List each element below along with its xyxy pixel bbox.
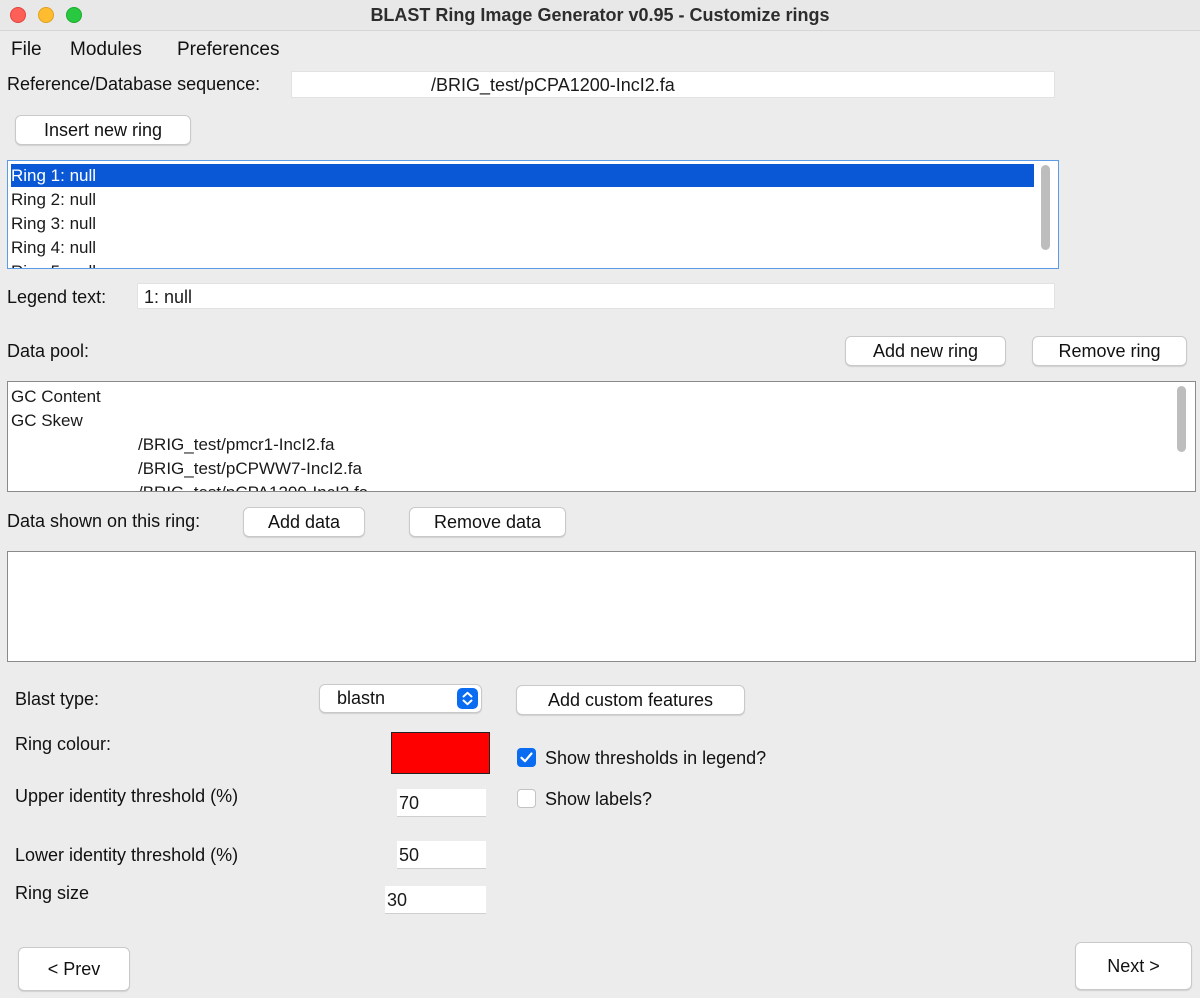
show-labels-checkbox[interactable] <box>517 789 536 808</box>
legend-value: 1: null <box>144 287 193 307</box>
data-pool-label: Data pool: <box>7 341 90 361</box>
ring-list-scrollbar[interactable] <box>1041 165 1050 250</box>
next-button[interactable]: Next > <box>1075 942 1192 990</box>
ring-list-item[interactable]: Ring 1: null <box>11 164 1034 187</box>
lower-threshold-label: Lower identity threshold (%) <box>15 845 239 865</box>
ring-size-label: Ring size <box>15 883 90 903</box>
ring-data-list[interactable] <box>7 551 1196 662</box>
legend-label: Legend text: <box>7 287 107 307</box>
title-bar: BLAST Ring Image Generator v0.95 - Custo… <box>0 0 1200 31</box>
menu-modules[interactable]: Modules <box>70 39 142 61</box>
reference-label: Reference/Database sequence: <box>7 74 261 94</box>
menu-file[interactable]: File <box>11 39 42 61</box>
window-title: BLAST Ring Image Generator v0.95 - Custo… <box>370 5 830 25</box>
ring-list-item[interactable]: Ring 2: null <box>11 188 96 211</box>
ring-data-label: Data shown on this ring: <box>7 511 201 531</box>
remove-data-button[interactable]: Remove data <box>409 507 566 537</box>
upper-threshold-label: Upper identity threshold (%) <box>15 786 239 806</box>
blast-type-value: blastn <box>337 688 386 708</box>
insert-new-ring-button[interactable]: Insert new ring <box>15 115 191 145</box>
ring-list[interactable]: Ring 1: null Ring 2: null Ring 3: null R… <box>7 160 1059 269</box>
blast-type-select[interactable]: blastn <box>319 684 482 713</box>
menu-preferences[interactable]: Preferences <box>177 39 279 61</box>
legend-field[interactable]: 1: null <box>137 283 1055 309</box>
show-labels-label: Show labels? <box>545 789 653 809</box>
checkmark-icon <box>520 752 533 763</box>
data-pool-list[interactable]: GC Content GC Skew /BRIG_test/pmcr1-IncI… <box>7 381 1196 492</box>
show-thresholds-checkbox[interactable] <box>517 748 536 767</box>
data-pool-scrollbar[interactable] <box>1177 386 1186 452</box>
reference-field[interactable]: /BRIG_test/pCPA1200-IncI2.fa <box>291 71 1055 98</box>
prev-button[interactable]: < Prev <box>18 947 130 991</box>
data-pool-item[interactable]: /BRIG_test/pmcr1-IncI2.fa <box>138 433 335 456</box>
lower-threshold-input[interactable]: 50 <box>397 841 486 869</box>
add-data-button[interactable]: Add data <box>243 507 365 537</box>
add-custom-features-button[interactable]: Add custom features <box>516 685 745 715</box>
blast-type-label: Blast type: <box>15 689 100 709</box>
ring-size-input[interactable]: 30 <box>385 886 486 914</box>
updown-chevron-icon <box>457 688 478 709</box>
ring-list-item[interactable]: Ring 5: null <box>11 260 96 268</box>
ring-list-item[interactable]: Ring 3: null <box>11 212 96 235</box>
ring-list-item[interactable]: Ring 4: null <box>11 236 96 259</box>
data-pool-item[interactable]: GC Content <box>11 385 101 408</box>
data-pool-item[interactable]: GC Skew <box>11 409 83 432</box>
add-new-ring-button[interactable]: Add new ring <box>845 336 1006 366</box>
reference-value: /BRIG_test/pCPA1200-IncI2.fa <box>431 75 675 95</box>
data-pool-item[interactable]: /BRIG_test/pCPWW7-IncI2.fa <box>138 457 362 480</box>
show-thresholds-label: Show thresholds in legend? <box>545 748 767 768</box>
ring-colour-label: Ring colour: <box>15 734 112 754</box>
data-pool-item[interactable]: /BRIG_test/pCPA1200-IncI2.fa <box>138 481 368 491</box>
remove-ring-button[interactable]: Remove ring <box>1032 336 1187 366</box>
menu-bar: File Modules Preferences <box>0 31 1200 63</box>
upper-threshold-input[interactable]: 70 <box>397 789 486 817</box>
ring-colour-swatch[interactable] <box>391 732 490 774</box>
